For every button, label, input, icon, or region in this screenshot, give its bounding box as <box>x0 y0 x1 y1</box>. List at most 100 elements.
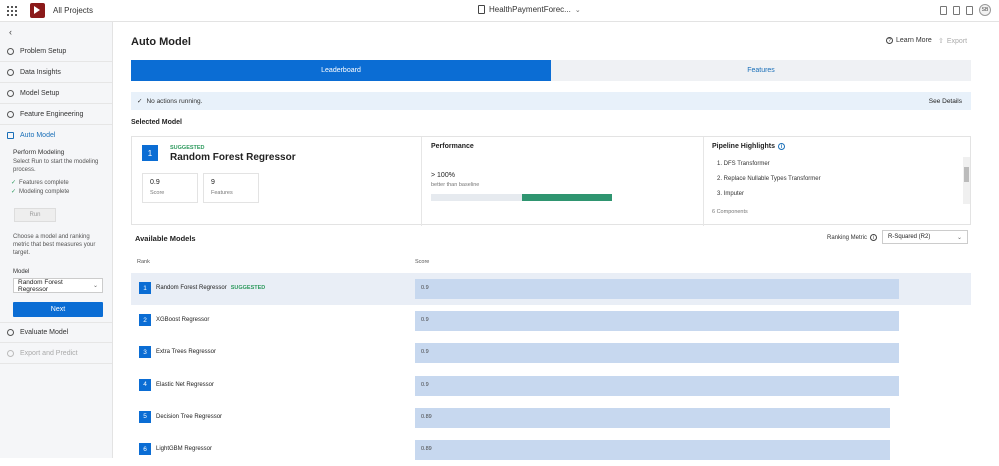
check-label: Features complete <box>19 180 69 186</box>
score-value: 0.9 <box>150 179 160 186</box>
link-icon[interactable] <box>953 5 960 15</box>
sidebar: ‹ Problem Setup Data Insights Model Setu… <box>0 22 113 458</box>
suggested-badge: SUGGESTED <box>170 145 205 151</box>
main-content: Auto Model ? Learn More ⇧ Export Leaderb… <box>113 22 999 460</box>
score-bar <box>415 343 899 364</box>
score-label: Score <box>150 190 165 196</box>
card-divider <box>421 137 422 226</box>
selected-model-name: Random Forest Regressor <box>170 152 296 163</box>
model-label: Model <box>13 269 30 275</box>
model-setup-icon <box>7 89 14 97</box>
features-value: 9 <box>211 179 215 186</box>
perform-modeling-desc: Select Run to start the modeling process… <box>13 159 99 173</box>
score-bar <box>415 375 899 396</box>
ranking-metric-select[interactable]: R-Squared (R2) ⌄ <box>882 230 968 244</box>
model-name-text: LightGBM Regressor <box>156 446 213 452</box>
check-icon: ✓ <box>11 189 17 195</box>
sidebar-item-label: Problem Setup <box>20 47 67 55</box>
sidebar-item-export-predict[interactable]: Export and Predict <box>0 343 112 364</box>
sidebar-item-label: Auto Model <box>20 132 56 139</box>
app-logo[interactable] <box>30 3 45 18</box>
app-grid-icon[interactable] <box>7 6 17 16</box>
score-bar <box>415 440 890 460</box>
pipeline-scroll-thumb[interactable] <box>964 167 969 182</box>
model-name: Random Forest Regressor SUGGESTED <box>156 285 265 291</box>
score-bar <box>415 279 899 299</box>
model-select[interactable]: Random Forest Regressor ⌄ <box>13 278 103 293</box>
score-value: 0.9 <box>421 349 429 356</box>
model-name: Extra Trees Regressor <box>156 349 216 355</box>
export-icon <box>7 349 14 357</box>
score-value: 0.9 <box>421 381 429 388</box>
ranking-metric-label: Ranking Metric i <box>827 234 878 241</box>
score-bar <box>415 407 890 428</box>
sidebar-item-model-setup[interactable]: Model Setup <box>0 83 112 104</box>
sidebar-item-data-insights[interactable]: Data Insights <box>0 62 112 83</box>
sidebar-item-auto-model[interactable]: Auto Model <box>0 125 112 146</box>
sidebar-item-label: Evaluate Model <box>20 329 69 336</box>
theme-icon[interactable] <box>966 5 973 15</box>
table-row[interactable]: 4 Elastic Net Regressor 0.9 <box>131 370 971 402</box>
next-button[interactable]: Next <box>13 302 103 317</box>
chevron-down-icon: ⌄ <box>92 283 98 289</box>
sidebar-item-evaluate-model[interactable]: Evaluate Model <box>0 322 112 343</box>
rank-badge: 3 <box>139 346 151 359</box>
collapse-sidebar-icon[interactable]: ‹ <box>9 27 12 37</box>
model-name: Decision Tree Regressor <box>156 414 222 420</box>
perform-modeling-title: Perform Modeling <box>13 149 65 156</box>
score-metric: 0.9 Score <box>142 173 198 203</box>
run-button[interactable]: Run <box>14 208 56 222</box>
tab-features[interactable]: Features <box>551 60 971 81</box>
check-label: Modeling complete <box>19 189 70 195</box>
table-row[interactable]: 1 Random Forest Regressor SUGGESTED 0.9 <box>131 273 971 305</box>
see-details-link[interactable]: See Details <box>929 98 962 105</box>
table-row[interactable]: 6 LightGBM Regressor 0.89 <box>131 434 971 466</box>
performance-title: Performance <box>431 143 474 150</box>
model-name-text: Random Forest Regressor <box>156 285 227 291</box>
insights-icon <box>7 68 14 76</box>
pipeline-item: 1. DFS Transformer <box>717 161 770 167</box>
top-right-actions: SB <box>940 4 991 16</box>
check-icon: ✓ <box>137 98 143 105</box>
table-row[interactable]: 3 Extra Trees Regressor 0.9 <box>131 337 971 369</box>
sidebar-item-label: Feature Engineering <box>20 110 84 118</box>
project-title-dropdown[interactable]: HealthPaymentForec... ⌄ <box>478 5 581 14</box>
selected-model-label: Selected Model <box>131 119 182 126</box>
sidebar-item-problem-setup[interactable]: Problem Setup <box>0 41 112 62</box>
selected-model-card: 1 SUGGESTED Random Forest Regressor 0.9 … <box>131 136 971 226</box>
column-header-rank: Rank <box>137 259 150 265</box>
avatar[interactable]: SB <box>979 4 991 16</box>
choose-model-text: Choose a model and ranking metric that b… <box>13 234 96 256</box>
document-icon <box>478 5 485 14</box>
model-name-text: Decision Tree Regressor <box>156 413 223 420</box>
ranking-metric-value: R-Squared (R2) <box>888 234 931 240</box>
project-title: HealthPaymentForec... <box>489 5 571 14</box>
suggested-tag: SUGGESTED <box>230 285 266 291</box>
model-select-value: Random Forest Regressor <box>18 278 63 293</box>
learn-more-link[interactable]: ? Learn More <box>886 37 932 44</box>
score-value: 0.89 <box>421 413 432 420</box>
column-header-score: Score <box>415 259 430 265</box>
pipeline-item: 2. Replace Nullable Types Transformer <box>717 176 821 182</box>
page-title: Auto Model <box>131 36 191 48</box>
export-button[interactable]: ⇧ Export <box>938 37 967 46</box>
device-icon[interactable] <box>940 5 947 15</box>
performance-value: > 100% <box>431 172 455 179</box>
evaluate-icon <box>7 329 14 336</box>
info-icon[interactable]: i <box>778 143 786 150</box>
check-icon: ✓ <box>11 180 17 186</box>
check-modeling: ✓ Modeling complete <box>11 188 69 196</box>
table-row[interactable]: 2 XGBoost Regressor 0.9 <box>131 305 971 337</box>
export-icon: ⇧ <box>938 38 944 45</box>
sidebar-item-feature-engineering[interactable]: Feature Engineering <box>0 104 112 125</box>
rank-badge: 1 <box>139 282 151 294</box>
tab-leaderboard[interactable]: Leaderboard <box>131 60 551 81</box>
info-icon[interactable]: i <box>870 234 878 241</box>
model-name-text: Extra Trees Regressor <box>156 349 217 356</box>
available-models-title: Available Models <box>135 234 196 243</box>
components-count: 6 Components <box>712 209 748 215</box>
auto-model-icon <box>7 132 14 139</box>
all-projects-link[interactable]: All Projects <box>53 6 93 15</box>
feature-icon <box>7 110 14 118</box>
table-row[interactable]: 5 Decision Tree Regressor 0.89 <box>131 402 971 434</box>
